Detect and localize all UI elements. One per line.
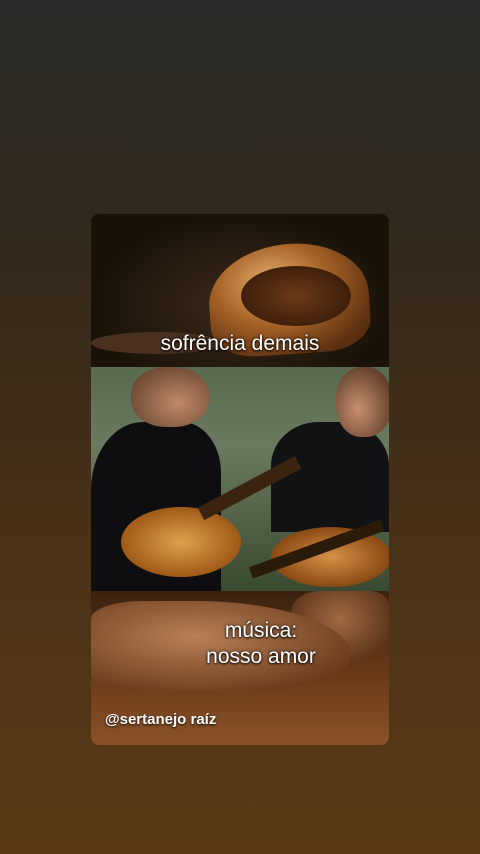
caption-bottom-line2: nosso amor [206, 645, 316, 668]
guitarist-right-body [271, 422, 389, 532]
guitarists-image [91, 367, 389, 591]
guitarist-left-head [131, 367, 209, 427]
caption-top: sofrência demais [160, 332, 320, 355]
guitar-left [121, 507, 241, 577]
guitarist-right-head [336, 367, 389, 437]
story-card[interactable]: sofrência demais música: nosso amor @ser… [91, 214, 389, 745]
caption-bottom: música: nosso amor [151, 618, 371, 670]
caption-bottom-line1: música: [224, 619, 298, 642]
account-handle[interactable]: @sertanejo raíz [105, 711, 216, 728]
hat-dent-shape [241, 266, 351, 326]
